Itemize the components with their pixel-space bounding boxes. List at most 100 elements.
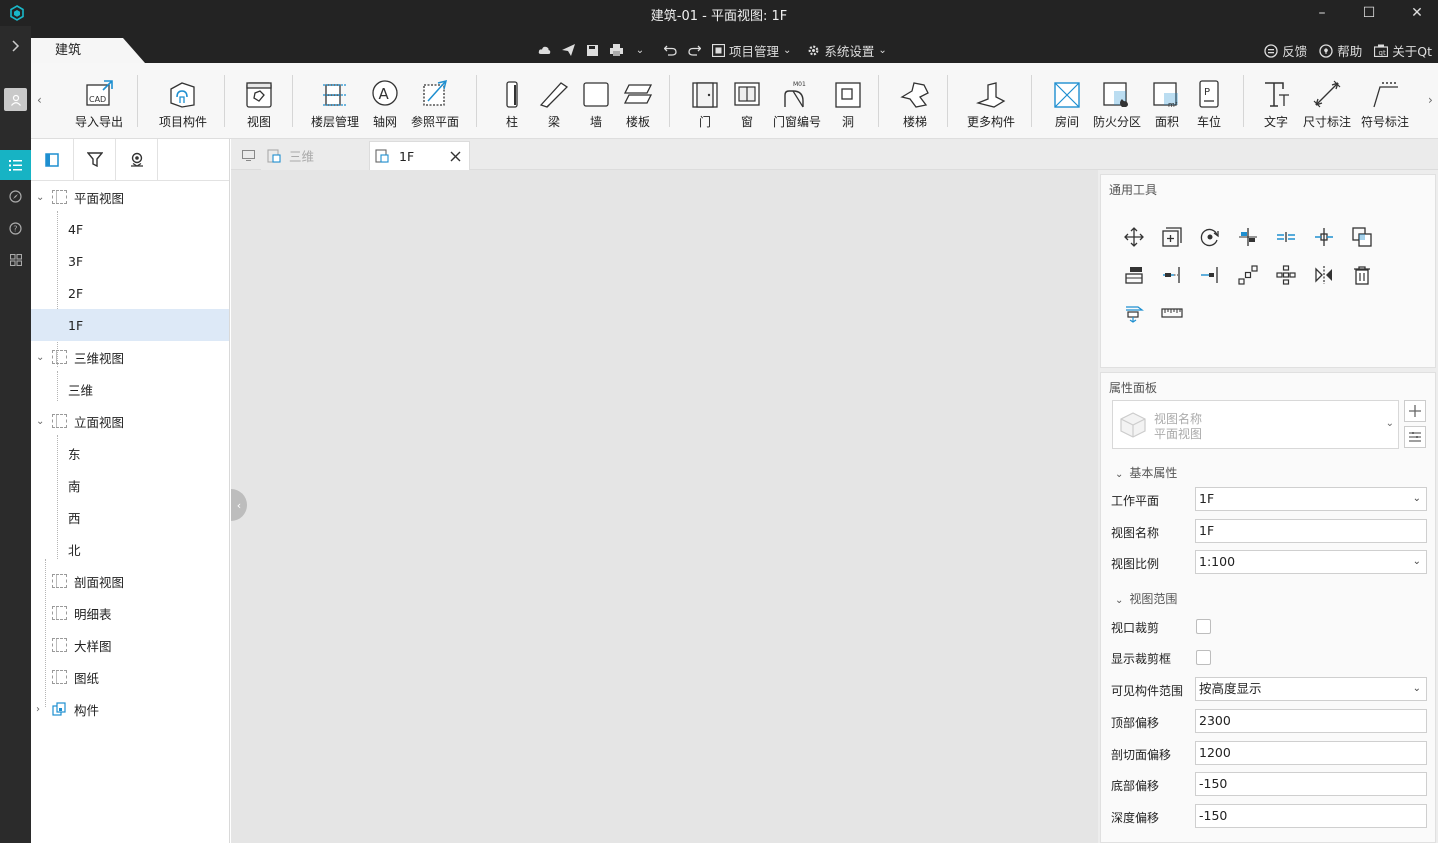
- tab-filter[interactable]: [74, 139, 116, 180]
- chevron-down-icon[interactable]: ⌄: [632, 42, 648, 58]
- tab-list-button[interactable]: [237, 141, 259, 170]
- extend-tool-button[interactable]: [1160, 263, 1184, 287]
- chevron-right-icon[interactable]: ›: [36, 704, 46, 715]
- print-icon[interactable]: [608, 42, 624, 58]
- show-crop-box-checkbox[interactable]: [1196, 650, 1211, 665]
- trim-tool-button[interactable]: [1312, 225, 1336, 249]
- tree-node-4f[interactable]: 4F: [31, 213, 229, 245]
- view-range-section[interactable]: ⌄ 视图范围: [1115, 590, 1177, 607]
- minimize-button[interactable]: –: [1302, 2, 1342, 24]
- basic-properties-section[interactable]: ⌄ 基本属性: [1115, 464, 1177, 481]
- rail-item-help[interactable]: ?: [0, 214, 31, 242]
- door-window-number-button[interactable]: M01 门窗编号: [771, 75, 823, 135]
- join-tool-button[interactable]: [1350, 225, 1374, 249]
- undo-icon[interactable]: [662, 42, 678, 58]
- send-icon[interactable]: [560, 42, 576, 58]
- tree-node-west[interactable]: 西: [31, 501, 229, 533]
- tree-node-schedules[interactable]: 明细表: [31, 597, 229, 629]
- more-components-button[interactable]: 更多构件: [963, 75, 1019, 135]
- tree-node-elevation-views[interactable]: ⌄ 立面视图: [31, 405, 229, 437]
- extend-both-tool-button[interactable]: [1198, 263, 1222, 287]
- maximize-button[interactable]: ☐: [1349, 2, 1389, 24]
- move-tool-button[interactable]: [1122, 225, 1146, 249]
- tab-architecture[interactable]: 建筑: [31, 38, 145, 63]
- tree-node-3f[interactable]: 3F: [31, 245, 229, 277]
- beam-button[interactable]: 梁: [539, 75, 569, 135]
- array-linear-tool-button[interactable]: [1236, 263, 1260, 287]
- rotate-tool-button[interactable]: [1198, 225, 1222, 249]
- tree-node-sheets[interactable]: 图纸: [31, 661, 229, 693]
- floor-management-button[interactable]: 楼层管理: [307, 75, 363, 135]
- tab-3d-view[interactable]: 三维: [261, 141, 369, 170]
- tree-node-north[interactable]: 北: [31, 533, 229, 565]
- project-management-menu[interactable]: 项目管理 ⌄: [712, 41, 791, 60]
- parking-button[interactable]: P 车位: [1193, 75, 1225, 135]
- tree-node-2f[interactable]: 2F: [31, 277, 229, 309]
- edit-type-button[interactable]: [1404, 426, 1426, 448]
- add-type-button[interactable]: [1404, 400, 1426, 422]
- feedback-button[interactable]: 反馈: [1264, 41, 1307, 60]
- area-button[interactable]: m² 面积: [1151, 75, 1183, 135]
- text-button[interactable]: 文字: [1259, 75, 1293, 135]
- view-scale-select[interactable]: 1:100 ⌄: [1195, 550, 1427, 574]
- chevron-down-icon[interactable]: ⌄: [36, 192, 46, 203]
- chevron-down-icon[interactable]: ⌄: [36, 416, 46, 427]
- room-button[interactable]: 房间: [1051, 75, 1083, 135]
- close-window-button[interactable]: ✕: [1397, 2, 1437, 24]
- tree-node-components[interactable]: › 构件: [31, 693, 229, 725]
- bottom-offset-field[interactable]: -150: [1195, 772, 1427, 796]
- window-button[interactable]: 窗: [731, 75, 763, 135]
- slab-button[interactable]: 楼板: [621, 75, 655, 135]
- help-button[interactable]: 帮助: [1319, 41, 1362, 60]
- rail-item-materials[interactable]: [0, 182, 31, 210]
- tree-node-plan-views[interactable]: ⌄ 平面视图: [31, 181, 229, 213]
- tab-project-tree[interactable]: [31, 139, 74, 180]
- view-name-field[interactable]: 1F: [1195, 519, 1427, 543]
- mirror-tool-button[interactable]: [1312, 263, 1336, 287]
- tree-node-east[interactable]: 东: [31, 437, 229, 469]
- redo-icon[interactable]: [686, 42, 702, 58]
- stair-button[interactable]: 楼梯: [899, 75, 931, 135]
- door-button[interactable]: 门: [690, 75, 720, 135]
- tree-node-detail-views[interactable]: 大样图: [31, 629, 229, 661]
- pin-tool-button[interactable]: [1122, 301, 1146, 325]
- delete-tool-button[interactable]: [1350, 263, 1374, 287]
- tab-location[interactable]: [116, 139, 158, 180]
- opening-button[interactable]: 洞: [833, 75, 863, 135]
- axis-grid-button[interactable]: A 轴网: [369, 75, 401, 135]
- dimension-button[interactable]: 尺寸标注: [1301, 75, 1353, 135]
- split-tool-button[interactable]: [1274, 225, 1298, 249]
- rail-item-project-tree[interactable]: [0, 150, 31, 180]
- import-export-button[interactable]: CAD 导入导出: [71, 75, 127, 135]
- ribbon-scroll-left-icon[interactable]: ‹: [37, 93, 42, 107]
- save-icon[interactable]: [584, 42, 600, 58]
- cut-offset-field[interactable]: 1200: [1195, 741, 1427, 765]
- view-button[interactable]: 视图: [237, 75, 281, 135]
- cloud-icon[interactable]: [536, 42, 552, 58]
- chevron-down-icon[interactable]: ⌄: [36, 352, 46, 363]
- close-icon[interactable]: [450, 151, 461, 162]
- reference-plane-button[interactable]: 参照平面: [407, 75, 463, 135]
- offset-tool-button[interactable]: [1122, 263, 1146, 287]
- about-qt-button[interactable]: qt 关于Qt: [1374, 41, 1432, 60]
- column-button[interactable]: 柱: [497, 75, 527, 135]
- ribbon-scroll-right-icon[interactable]: ›: [1428, 93, 1433, 107]
- tab-1f-view[interactable]: 1F: [369, 141, 470, 170]
- symbol-annotation-button[interactable]: 符号标注: [1359, 75, 1411, 135]
- drawing-canvas[interactable]: [231, 170, 1098, 843]
- tree-node-3d[interactable]: 三维: [31, 373, 229, 405]
- rail-item-apps[interactable]: [0, 246, 31, 274]
- measure-tool-button[interactable]: [1160, 301, 1184, 325]
- copy-tool-button[interactable]: [1160, 225, 1184, 249]
- wall-button[interactable]: 墙: [581, 75, 611, 135]
- tree-node-1f[interactable]: 1F: [31, 309, 229, 341]
- tree-node-3d-views[interactable]: ⌄ 三维视图: [31, 341, 229, 373]
- align-tool-button[interactable]: [1236, 225, 1260, 249]
- top-offset-field[interactable]: 2300: [1195, 709, 1427, 733]
- array-radial-tool-button[interactable]: [1274, 263, 1298, 287]
- project-components-button[interactable]: 项目构件: [153, 75, 213, 135]
- viewport-crop-checkbox[interactable]: [1196, 619, 1211, 634]
- fire-zone-button[interactable]: 防火分区: [1091, 75, 1143, 135]
- tree-node-south[interactable]: 南: [31, 469, 229, 501]
- visible-range-select[interactable]: 按高度显示 ⌄: [1195, 677, 1427, 701]
